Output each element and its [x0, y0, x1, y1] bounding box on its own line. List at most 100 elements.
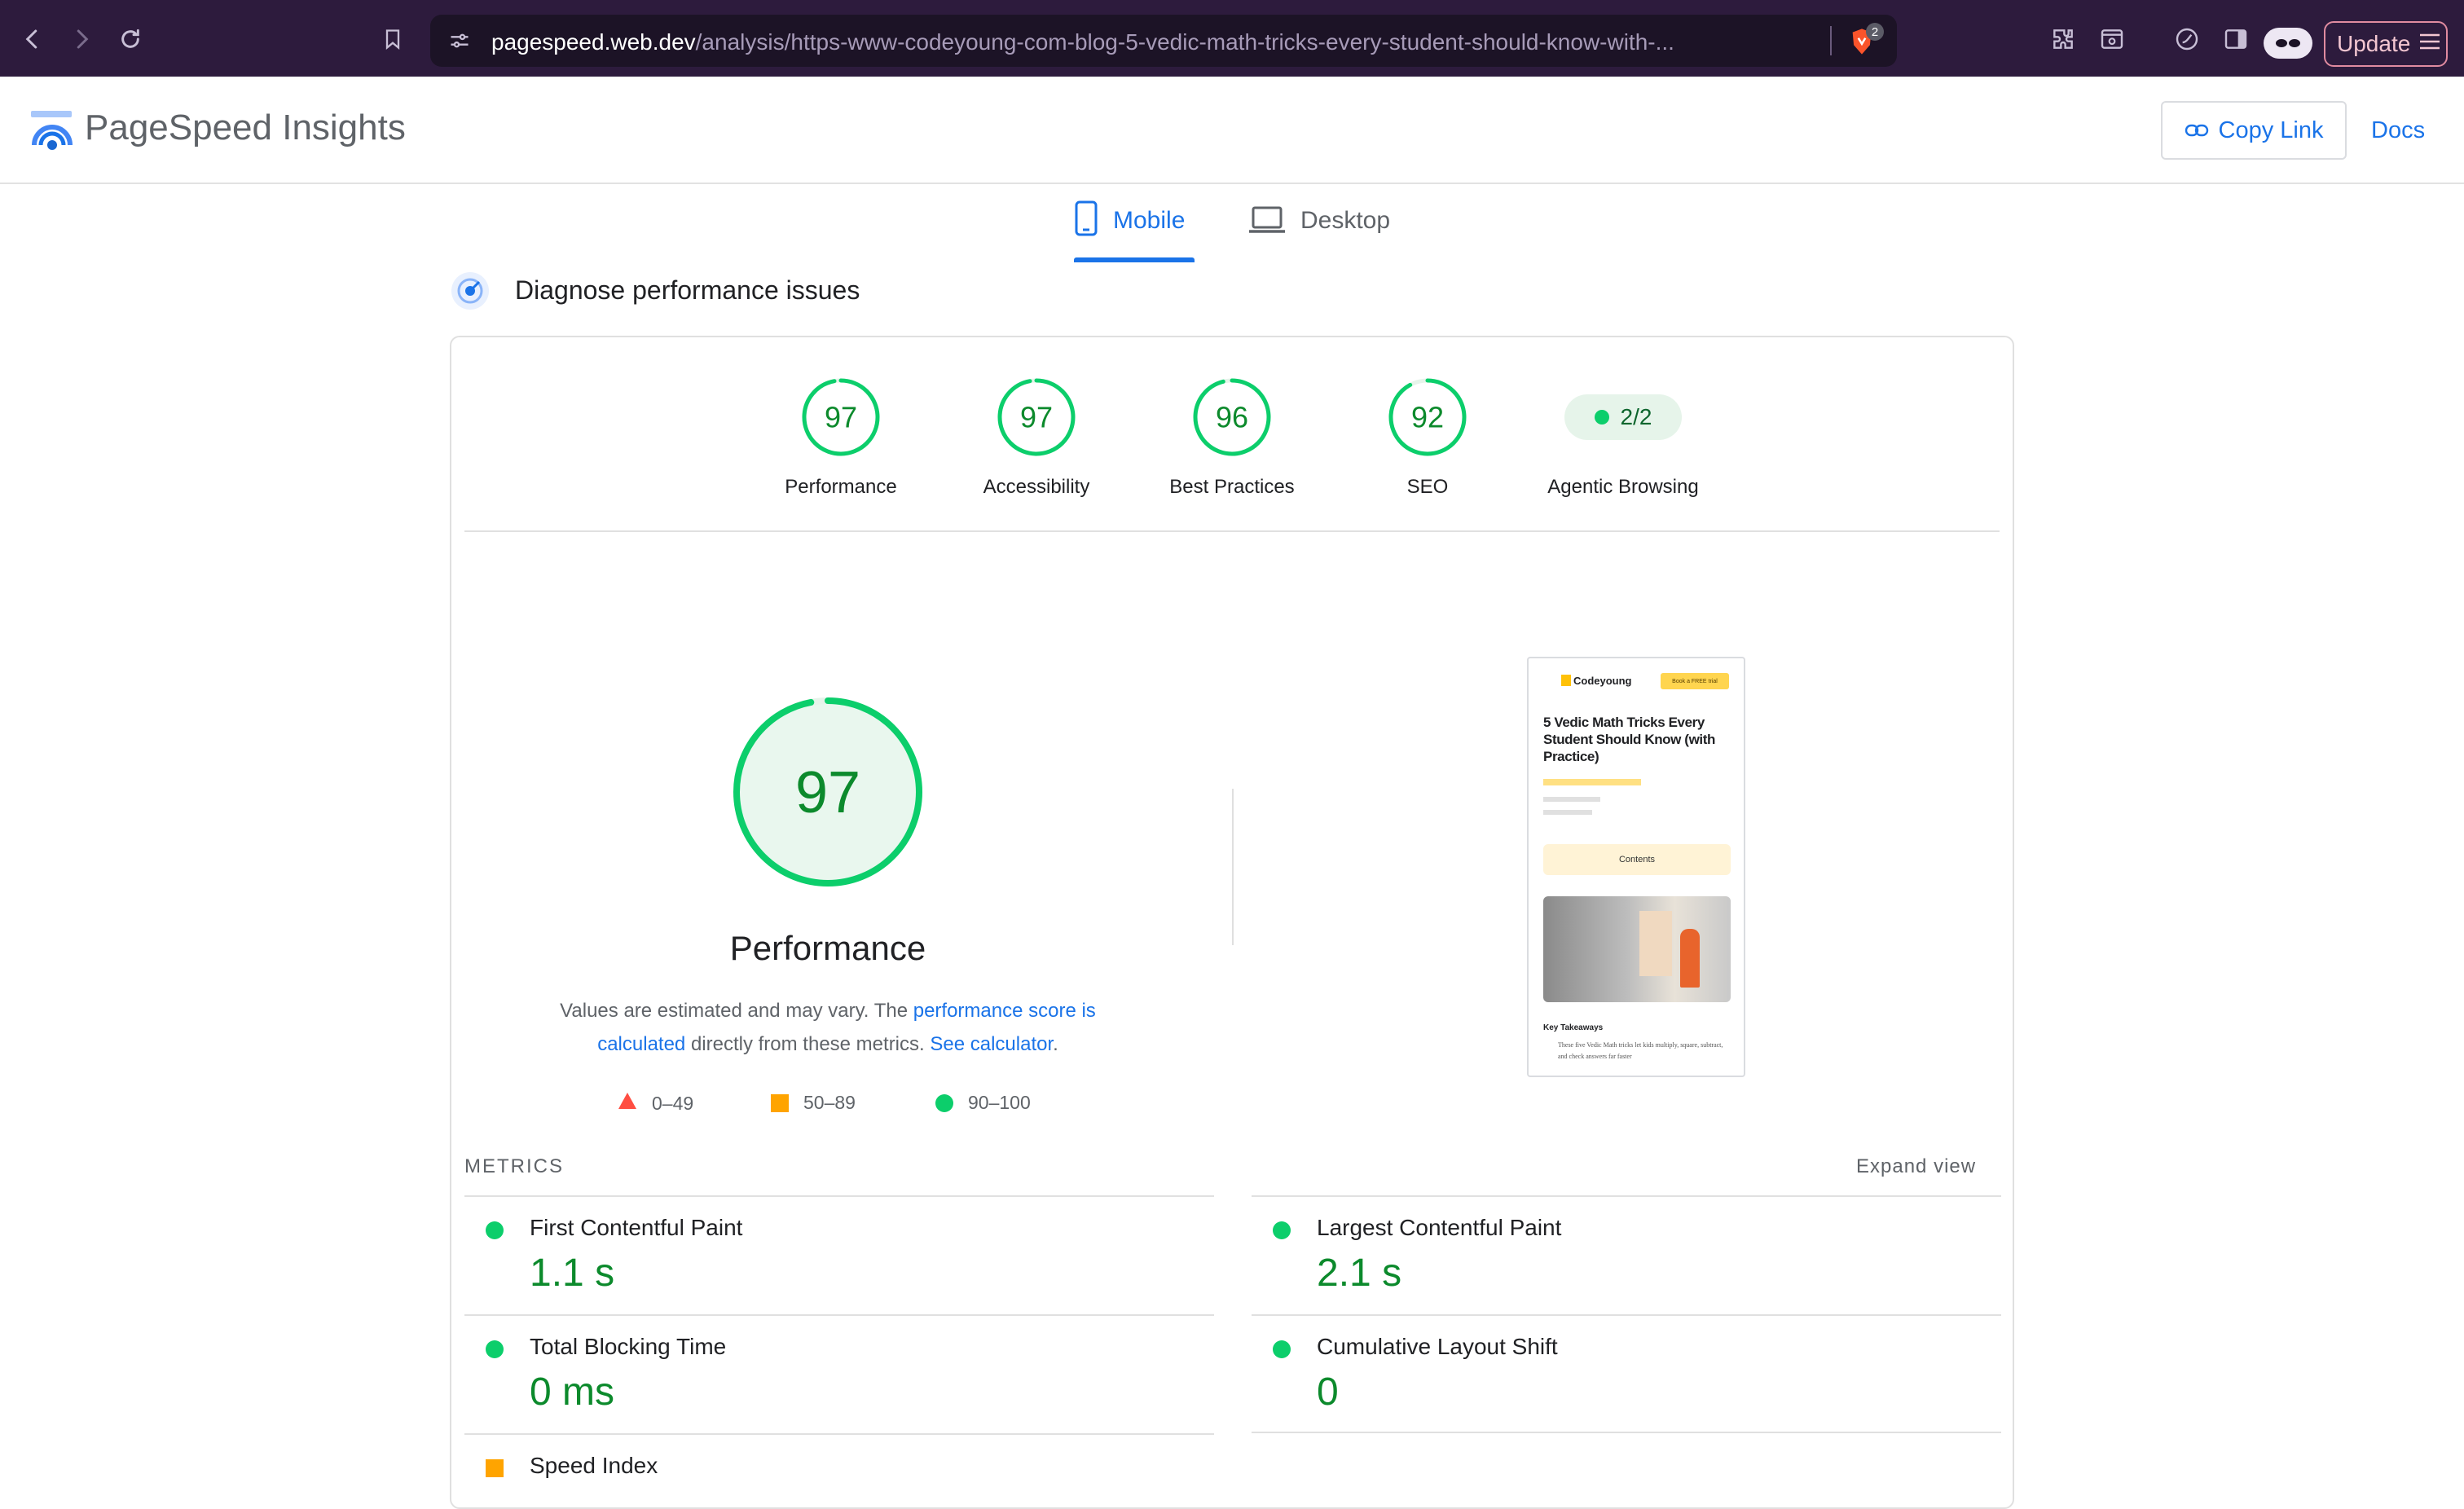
tab-mobile[interactable]: Mobile	[1074, 200, 1185, 262]
codeyoung-logo-icon	[1561, 675, 1571, 686]
gauge-ring: 92	[1388, 378, 1467, 456]
fail-triangle-icon	[618, 1092, 637, 1115]
browser-toolbar: pagespeed.web.dev/analysis/https-www-cod…	[0, 0, 2464, 77]
pass-dot-icon	[486, 1221, 504, 1239]
pass-dot-icon	[1594, 410, 1609, 425]
gauge-label: Performance	[785, 476, 897, 498]
metric-name: Largest Contentful Paint	[1317, 1215, 1562, 1240]
metric-speed-index[interactable]: Speed Index	[464, 1433, 1214, 1485]
agentic-score-pill[interactable]: 2/2	[1564, 394, 1682, 440]
performance-score-gauge: 97	[733, 697, 922, 886]
legend-fail: 0–49	[618, 1092, 693, 1115]
metrics-label: METRICS	[464, 1155, 564, 1177]
average-square-icon	[486, 1459, 504, 1477]
tab-desktop[interactable]: Desktop	[1248, 200, 1390, 262]
link-icon	[2185, 117, 2209, 144]
metric-name: Total Blocking Time	[530, 1334, 727, 1359]
gauge-score: 97	[1020, 401, 1053, 434]
pagespeed-logo-icon[interactable]	[29, 109, 75, 154]
gauge-ring: 97	[802, 378, 880, 456]
expand-view-button[interactable]: Expand view	[1856, 1155, 1976, 1178]
diagnose-icon	[450, 271, 491, 315]
gauge-score: 96	[1216, 401, 1248, 434]
url-divider	[1830, 26, 1832, 55]
legend-average-label: 50–89	[803, 1092, 856, 1113]
metric-name: Speed Index	[530, 1453, 658, 1478]
gauge-label: Agentic Browsing	[1547, 476, 1699, 498]
metric-name: Cumulative Layout Shift	[1317, 1334, 1558, 1359]
docs-link[interactable]: Docs	[2371, 117, 2425, 144]
copy-link-label: Copy Link	[2218, 117, 2324, 143]
final-screenshot-thumbnail[interactable]: Codeyoung Book a FREE trial 5 Vedic Math…	[1527, 657, 1745, 1077]
site-settings-icon[interactable]	[448, 29, 471, 56]
legend-average: 50–89	[771, 1092, 856, 1114]
app-title[interactable]: PageSpeed Insights	[85, 108, 406, 148]
thumb-takeaway-text: These five Vedic Math tricks let kids mu…	[1558, 1041, 1723, 1060]
gauge-score: 97	[825, 401, 857, 434]
pass-dot-icon	[1273, 1221, 1291, 1239]
performance-description: Values are estimated and may vary. The p…	[521, 994, 1134, 1061]
gauge-ring: 97	[997, 378, 1076, 456]
forward-icon[interactable]	[64, 21, 99, 57]
back-icon[interactable]	[15, 21, 51, 57]
url-text[interactable]: pagespeed.web.dev/analysis/https-www-cod…	[491, 29, 1674, 55]
agentic-score: 2/2	[1620, 404, 1652, 429]
thumb-poster	[1639, 911, 1672, 976]
reader-mode-icon[interactable]	[2094, 21, 2130, 57]
reload-icon[interactable]	[112, 21, 148, 57]
thumb-contents: Contents	[1543, 844, 1731, 875]
thumb-headline: 5 Vedic Math Tricks Every Student Should…	[1543, 715, 1715, 764]
performance-title: Performance	[729, 929, 926, 967]
gauge-score: 97	[795, 760, 860, 825]
gauge-score: 92	[1411, 401, 1444, 434]
metric-largest-contentful-paint[interactable]: Largest Contentful Paint 2.1 s	[1252, 1195, 2001, 1314]
brave-shields-icon[interactable]: 2	[1848, 23, 1884, 57]
gauge-ring: 96	[1193, 378, 1271, 456]
active-tab-indicator	[1074, 257, 1195, 262]
gauge-label: Accessibility	[983, 476, 1090, 498]
smartphone-icon	[1074, 200, 1098, 243]
pass-circle-icon	[935, 1093, 953, 1112]
thumb-author-line	[1543, 779, 1641, 785]
thumb-brand-text: Codeyoung	[1573, 675, 1632, 687]
divider	[464, 530, 2000, 532]
thumb-cta: Book a FREE trial	[1661, 673, 1729, 689]
laptop-icon	[1248, 205, 1286, 241]
average-square-icon	[771, 1093, 789, 1112]
metric-name: First Contentful Paint	[530, 1215, 743, 1240]
desc-text: directly from these metrics.	[685, 1033, 931, 1055]
app-header: PageSpeed Insights Copy Link Docs	[0, 77, 2464, 184]
metric-value: 2.1 s	[1317, 1252, 1402, 1295]
extensions-icon[interactable]	[2045, 21, 2081, 57]
url-path: /analysis/https-www-codeyoung-com-blog-5…	[695, 29, 1674, 55]
shield-count-badge: 2	[1866, 23, 1884, 41]
legend-pass-label: 90–100	[968, 1092, 1031, 1113]
private-profile-icon[interactable]	[2264, 28, 2312, 59]
thumb-meta-line	[1543, 810, 1592, 815]
tab-mobile-label: Mobile	[1113, 207, 1186, 234]
desc-text: Values are estimated and may vary. The	[560, 1000, 913, 1022]
bookmark-icon[interactable]	[375, 21, 411, 57]
thumb-brand: Codeyoung	[1561, 675, 1632, 687]
pass-dot-icon	[1273, 1340, 1291, 1358]
vertical-divider	[1232, 789, 1234, 945]
metric-first-contentful-paint[interactable]: First Contentful Paint 1.1 s	[464, 1195, 1214, 1314]
sidebar-icon[interactable]	[2218, 21, 2254, 57]
legend-pass: 90–100	[935, 1092, 1031, 1114]
legend-fail-label: 0–49	[652, 1092, 694, 1114]
thumb-key-takeaways: Key Takeaways	[1543, 1023, 1604, 1032]
leo-ai-icon[interactable]	[2169, 21, 2205, 57]
gauge-label: Best Practices	[1169, 476, 1295, 498]
desc-text: .	[1053, 1033, 1058, 1055]
address-bar[interactable]: pagespeed.web.dev/analysis/https-www-cod…	[430, 15, 1897, 67]
copy-link-button[interactable]: Copy Link	[2161, 101, 2347, 160]
see-calculator-link[interactable]: See calculator	[930, 1033, 1053, 1055]
update-button[interactable]: Update	[2324, 21, 2448, 67]
update-label: Update	[2337, 31, 2411, 56]
thumb-person	[1680, 929, 1700, 988]
metric-total-blocking-time[interactable]: Total Blocking Time 0 ms	[464, 1314, 1214, 1433]
metric-cumulative-layout-shift[interactable]: Cumulative Layout Shift 0	[1252, 1314, 2001, 1433]
metric-value: 0	[1317, 1370, 1339, 1414]
metric-value: 0 ms	[530, 1370, 615, 1414]
thumb-hero-image	[1543, 896, 1731, 1002]
